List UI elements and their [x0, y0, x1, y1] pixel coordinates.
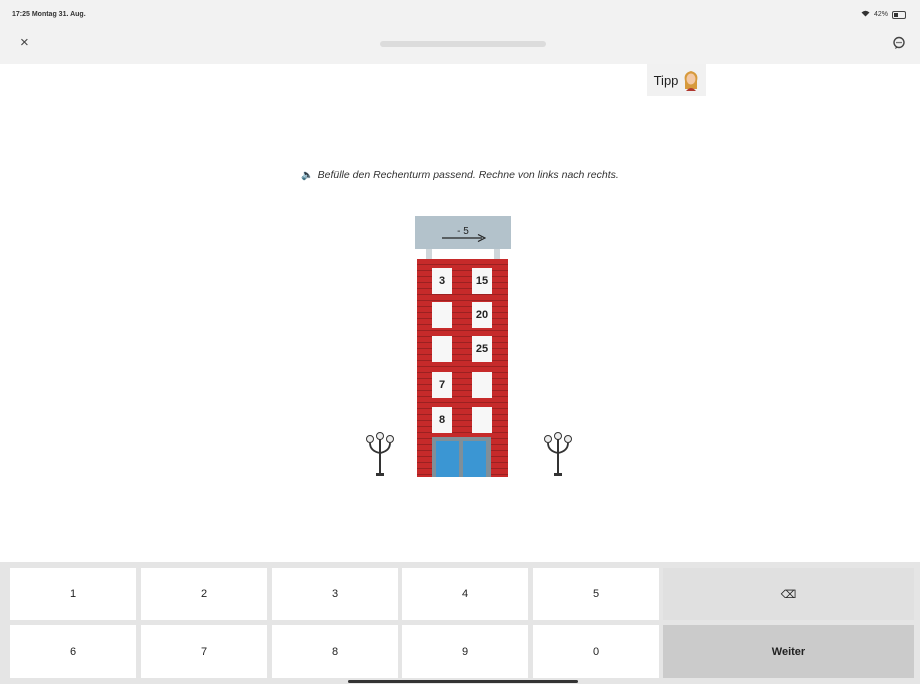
cell-floor-3-left[interactable] [432, 336, 452, 362]
progress-bar [380, 41, 546, 47]
roof-post [494, 249, 500, 259]
key-2[interactable]: 2 [141, 568, 267, 620]
weiter-button[interactable]: Weiter [663, 625, 914, 678]
key-3[interactable]: 3 [272, 568, 398, 620]
roof-post [426, 249, 432, 259]
avatar-icon [685, 71, 698, 91]
key-6[interactable]: 6 [10, 625, 136, 678]
close-icon: × [20, 34, 29, 51]
cell-floor-4-left[interactable]: 7 [432, 372, 452, 398]
key-9[interactable]: 9 [402, 625, 528, 678]
wifi-icon [861, 10, 870, 19]
key-0[interactable]: 0 [533, 625, 659, 678]
backspace-button[interactable]: ⌫ [663, 568, 914, 620]
door-left [436, 441, 459, 477]
speaker-icon[interactable]: 🔈 [301, 170, 313, 181]
cell-floor-3-right[interactable]: 25 [472, 336, 492, 362]
instruction-text: 🔈 Befülle den Rechenturm passend. Rechne … [0, 169, 920, 181]
cell-floor-2-right[interactable]: 20 [472, 302, 492, 328]
key-4[interactable]: 4 [402, 568, 528, 620]
cell-floor-5-left[interactable]: 8 [432, 407, 452, 433]
cell-floor-1-left[interactable]: 3 [432, 268, 452, 294]
backspace-icon: ⌫ [780, 588, 797, 601]
arrow-right-icon [442, 234, 486, 242]
hint-button[interactable]: Tipp [647, 64, 706, 96]
cell-floor-2-left[interactable] [432, 302, 452, 328]
instruction-label: Befülle den Rechenturm passend. Rechne v… [317, 169, 619, 181]
street-lamp-icon [366, 432, 394, 476]
hint-label: Tipp [653, 72, 679, 88]
cell-floor-1-right[interactable]: 15 [472, 268, 492, 294]
street-lamp-icon [544, 432, 572, 476]
home-indicator [348, 680, 578, 683]
status-time-date: 17:25 Montag 31. Aug. [12, 11, 86, 18]
status-indicators: 42% [861, 10, 906, 19]
key-1[interactable]: 1 [10, 568, 136, 620]
top-bar: 17:25 Montag 31. Aug. 42% × [0, 0, 920, 64]
cell-floor-4-right[interactable] [472, 372, 492, 398]
battery-percentage: 42% [873, 11, 888, 18]
door-right [463, 441, 486, 477]
key-7[interactable]: 7 [141, 625, 267, 678]
battery-icon [892, 10, 906, 19]
chat-button[interactable] [892, 36, 906, 50]
cell-floor-5-right[interactable] [472, 407, 492, 433]
number-keypad: 1 2 3 4 5 ⌫ 6 7 8 9 0 Weiter [0, 562, 920, 684]
key-5[interactable]: 5 [533, 568, 659, 620]
chat-bubble-icon [893, 36, 905, 49]
tower-roof-sign: - 5 [415, 216, 511, 249]
key-8[interactable]: 8 [272, 625, 398, 678]
close-button[interactable]: × [20, 34, 29, 51]
